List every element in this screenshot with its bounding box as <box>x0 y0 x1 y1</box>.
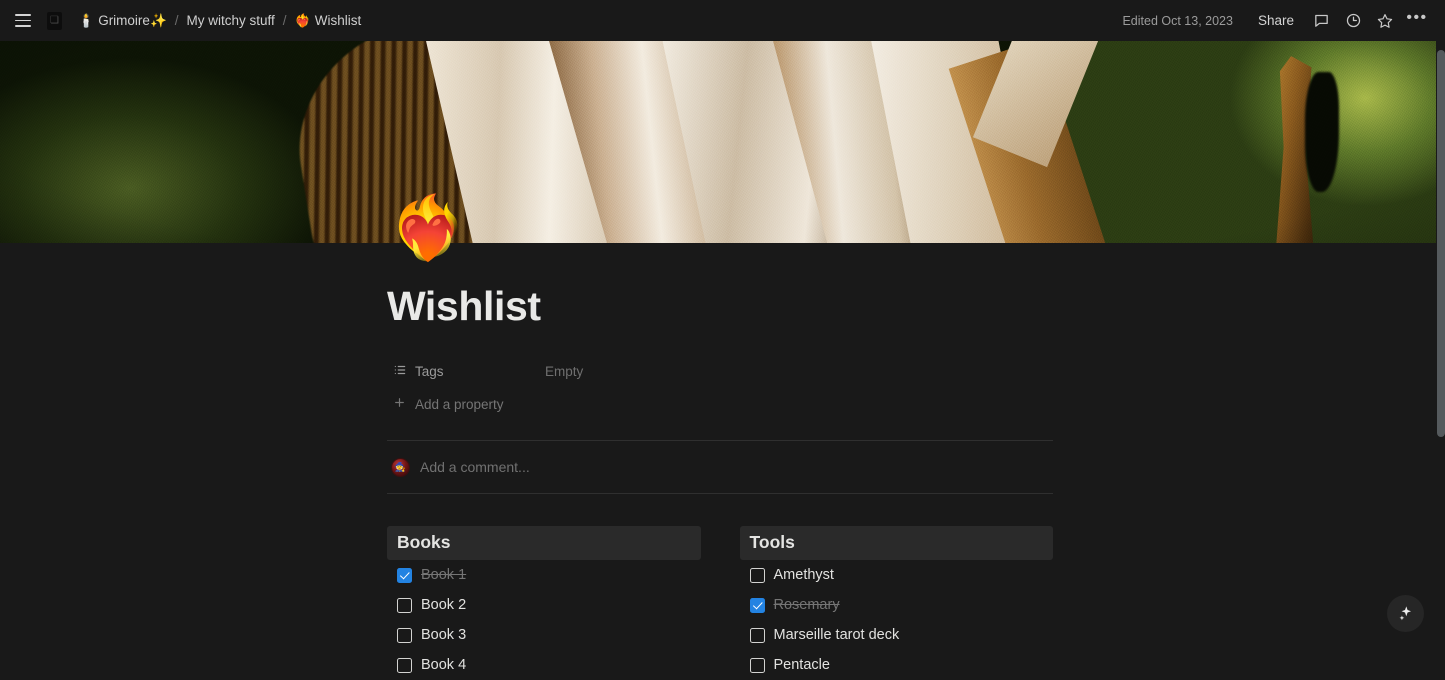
todo-label[interactable]: Rosemary <box>774 597 840 613</box>
todo-label[interactable]: Amethyst <box>774 567 834 583</box>
todo-item[interactable]: Amethyst <box>740 560 1054 590</box>
scrollbar-thumb[interactable] <box>1437 50 1445 437</box>
sparkle-icon <box>1399 606 1412 621</box>
vertical-scrollbar[interactable] <box>1436 41 1445 657</box>
page-body: ❤️‍🔥 Wishlist Tags Empty <box>0 198 1437 680</box>
comment-placeholder[interactable]: Add a comment... <box>420 459 530 475</box>
plus-icon <box>393 396 406 412</box>
todo-label[interactable]: Marseille tarot deck <box>774 627 900 643</box>
checkbox[interactable] <box>749 657 765 673</box>
page-properties: Tags Empty Add a property <box>387 356 1053 416</box>
checkbox[interactable] <box>397 657 412 673</box>
todo-item[interactable]: Book 2 <box>387 590 701 620</box>
ai-sparkle-button[interactable] <box>1387 595 1424 632</box>
todo-item[interactable]: Rosemary <box>740 590 1054 620</box>
property-row-tags[interactable]: Tags Empty <box>387 356 1053 386</box>
todo-item[interactable]: Pentacle <box>740 650 1054 680</box>
property-name-tags[interactable]: Tags <box>387 360 537 383</box>
heart-on-fire-icon: ❤️‍🔥 <box>294 13 311 28</box>
todo-label[interactable]: Book 4 <box>421 657 466 673</box>
todo-item[interactable]: Book 1 <box>387 560 701 590</box>
todo-item[interactable]: Book 4 <box>387 650 701 680</box>
cover-artwork <box>0 38 1445 243</box>
top-bar: ❏ 🕯️ Grimoire✨ / My witchy stuff / ❤️‍🔥 … <box>0 0 1445 41</box>
heart-on-fire-icon[interactable]: ❤️‍🔥 <box>389 198 466 260</box>
breadcrumb-separator-2: / <box>282 13 287 28</box>
divider-bottom <box>387 493 1053 494</box>
todo-label[interactable]: Book 2 <box>421 597 466 613</box>
user-avatar[interactable]: 🧙 <box>391 457 410 477</box>
column-header-books[interactable]: Books <box>387 526 701 560</box>
checkbox[interactable] <box>749 597 765 613</box>
todo-label[interactable]: Book 3 <box>421 627 466 643</box>
add-property-button[interactable]: Add a property <box>387 392 510 416</box>
property-label-tags: Tags <box>415 363 444 379</box>
add-property-label: Add a property <box>415 396 504 412</box>
candle-icon: 🕯️ <box>78 13 95 28</box>
breadcrumb-label-my-witchy-stuff: My witchy stuff <box>186 13 275 28</box>
breadcrumb-item-my-witchy-stuff[interactable]: My witchy stuff <box>181 10 281 31</box>
column-header-tools[interactable]: Tools <box>739 526 1053 560</box>
page-cover-image[interactable] <box>0 38 1445 243</box>
checkbox[interactable] <box>749 567 765 583</box>
star-icon[interactable] <box>1371 7 1399 35</box>
add-comment-row[interactable]: 🧙 Add a comment... <box>387 441 1053 493</box>
share-button[interactable]: Share <box>1249 9 1303 32</box>
breadcrumb-item-grimoire[interactable]: 🕯️ Grimoire✨ <box>72 10 173 32</box>
top-bar-actions: Edited Oct 13, 2023 Share ••• <box>1114 7 1431 35</box>
todo-item[interactable]: Book 3 <box>387 620 701 650</box>
last-edited-label[interactable]: Edited Oct 13, 2023 <box>1114 10 1241 32</box>
comment-icon[interactable] <box>1307 7 1335 35</box>
property-value-tags[interactable]: Empty <box>537 361 591 382</box>
todo-label[interactable]: Pentacle <box>774 657 830 673</box>
todo-label[interactable]: Book 1 <box>421 567 466 583</box>
todo-item[interactable]: Marseille tarot deck <box>740 620 1054 650</box>
checkbox[interactable] <box>749 627 765 643</box>
page-content: Wishlist Tags Empty Add a property 🧙 Add… <box>387 283 1053 680</box>
breadcrumb-separator-1: / <box>174 13 179 28</box>
multi-select-icon <box>393 363 407 380</box>
breadcrumb-label-grimoire: Grimoire✨ <box>98 12 167 28</box>
checkbox[interactable] <box>397 567 412 583</box>
hamburger-icon[interactable] <box>10 8 36 34</box>
breadcrumb-label-wishlist: Wishlist <box>314 13 362 28</box>
page-title[interactable]: Wishlist <box>387 283 1053 330</box>
checkbox[interactable] <box>397 597 412 613</box>
checkbox[interactable] <box>397 627 412 643</box>
more-options-icon[interactable]: ••• <box>1403 7 1431 35</box>
history-clock-icon[interactable] <box>1339 7 1367 35</box>
breadcrumb-item-wishlist[interactable]: ❤️‍🔥 Wishlist <box>289 10 368 31</box>
page-icon[interactable]: ❏ <box>47 11 62 30</box>
breadcrumb: 🕯️ Grimoire✨ / My witchy stuff / ❤️‍🔥 Wi… <box>72 10 367 32</box>
